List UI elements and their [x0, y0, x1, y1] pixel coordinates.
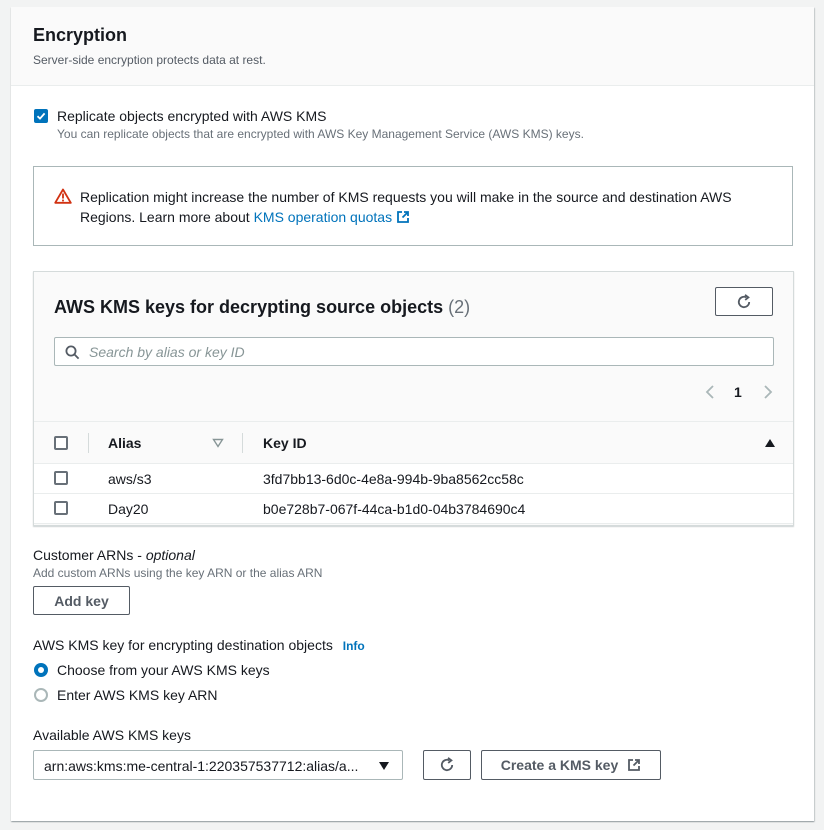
search-icon	[65, 345, 80, 360]
select-all-checkbox[interactable]	[54, 436, 68, 450]
alert-text: Replication might increase the number of…	[80, 187, 780, 227]
column-key-id[interactable]: Key ID	[263, 435, 307, 451]
table-title: AWS KMS keys for decrypting source objec…	[54, 297, 470, 318]
available-keys-label: Available AWS KMS keys	[33, 727, 191, 743]
sort-neutral-icon[interactable]	[212, 438, 224, 448]
create-kms-key-label: Create a KMS key	[500, 757, 619, 773]
caret-down-icon	[379, 762, 389, 770]
alert-text-line1: Replication might increase the number of…	[80, 189, 732, 205]
table-row[interactable]: Day20 b0e728b7-067f-44ca-b1d0-04b3784690…	[34, 494, 793, 524]
optional-tag: optional	[145, 547, 195, 563]
available-keys-select[interactable]: arn:aws:kms:me-central-1:220357537712:al…	[33, 750, 403, 780]
section-description: Server-side encryption protects data at …	[33, 53, 266, 67]
refresh-button[interactable]	[715, 287, 773, 316]
kms-keys-table: AWS KMS keys for decrypting source objec…	[33, 271, 794, 526]
row-key-id: b0e728b7-067f-44ca-b1d0-04b3784690c4	[263, 501, 526, 517]
info-link[interactable]: Info	[343, 639, 365, 653]
label-separator: -	[133, 547, 146, 563]
choose-kms-keys-label[interactable]: Choose from your AWS KMS keys	[57, 662, 270, 678]
search-placeholder: Search by alias or key ID	[89, 344, 245, 360]
row-alias: Day20	[108, 501, 149, 517]
replicate-kms-label[interactable]: Replicate objects encrypted with AWS KMS	[57, 108, 327, 124]
replicate-kms-checkbox[interactable]	[34, 109, 48, 123]
refresh-icon	[737, 293, 751, 308]
next-page-icon[interactable]	[762, 384, 774, 400]
panel-header: Encryption Server-side encryption protec…	[11, 7, 814, 86]
enter-kms-arn-label[interactable]: Enter AWS KMS key ARN	[57, 687, 218, 703]
column-divider	[242, 433, 243, 453]
encryption-panel: Encryption Server-side encryption protec…	[11, 7, 814, 821]
row-checkbox[interactable]	[54, 471, 68, 485]
customer-arns-label: Customer ARNs - optional	[33, 547, 195, 563]
external-link-icon	[628, 759, 641, 771]
kms-quotas-link[interactable]: KMS operation quotas	[254, 209, 410, 225]
create-kms-key-button[interactable]: Create a KMS key	[481, 750, 661, 780]
prev-page-icon[interactable]	[704, 384, 716, 400]
table-row[interactable]: aws/s3 3fd7bb13-6d0c-4e8a-994b-9ba8562cc…	[34, 464, 793, 494]
choose-kms-keys-radio[interactable]	[34, 663, 48, 677]
sort-ascending-icon[interactable]	[764, 438, 776, 448]
add-key-button[interactable]: Add key	[33, 586, 130, 615]
row-alias: aws/s3	[108, 471, 152, 487]
alert-text-line2: Regions. Learn more about	[80, 209, 250, 225]
kms-requests-alert: Replication might increase the number of…	[33, 166, 793, 246]
refresh-keys-button[interactable]	[423, 750, 471, 780]
refresh-icon	[440, 757, 454, 771]
replicate-kms-description: You can replicate objects that are encry…	[57, 127, 584, 141]
table-header-row: Alias Key ID	[34, 421, 793, 464]
row-checkbox[interactable]	[54, 501, 68, 515]
warning-icon	[54, 188, 72, 204]
enter-kms-arn-radio[interactable]	[34, 688, 48, 702]
customer-arns-description: Add custom ARNs using the key ARN or the…	[33, 566, 323, 580]
section-title: Encryption	[33, 25, 128, 45]
page-number[interactable]: 1	[734, 384, 742, 400]
table-count: (2)	[448, 297, 471, 317]
search-input[interactable]: Search by alias or key ID	[54, 337, 774, 366]
table-title-text: AWS KMS keys for decrypting source objec…	[54, 297, 444, 317]
column-divider	[88, 433, 89, 453]
row-key-id: 3fd7bb13-6d0c-4e8a-994b-9ba8562cc58c	[263, 471, 524, 487]
destination-key-label-text: AWS KMS key for encrypting destination o…	[33, 637, 333, 653]
selected-key-value: arn:aws:kms:me-central-1:220357537712:al…	[44, 758, 359, 774]
external-link-icon	[397, 211, 409, 223]
checkmark-icon	[36, 112, 46, 120]
column-alias[interactable]: Alias	[108, 435, 141, 451]
destination-key-label: AWS KMS key for encrypting destination o…	[33, 637, 365, 653]
customer-arns-label-text: Customer ARNs	[33, 547, 134, 563]
